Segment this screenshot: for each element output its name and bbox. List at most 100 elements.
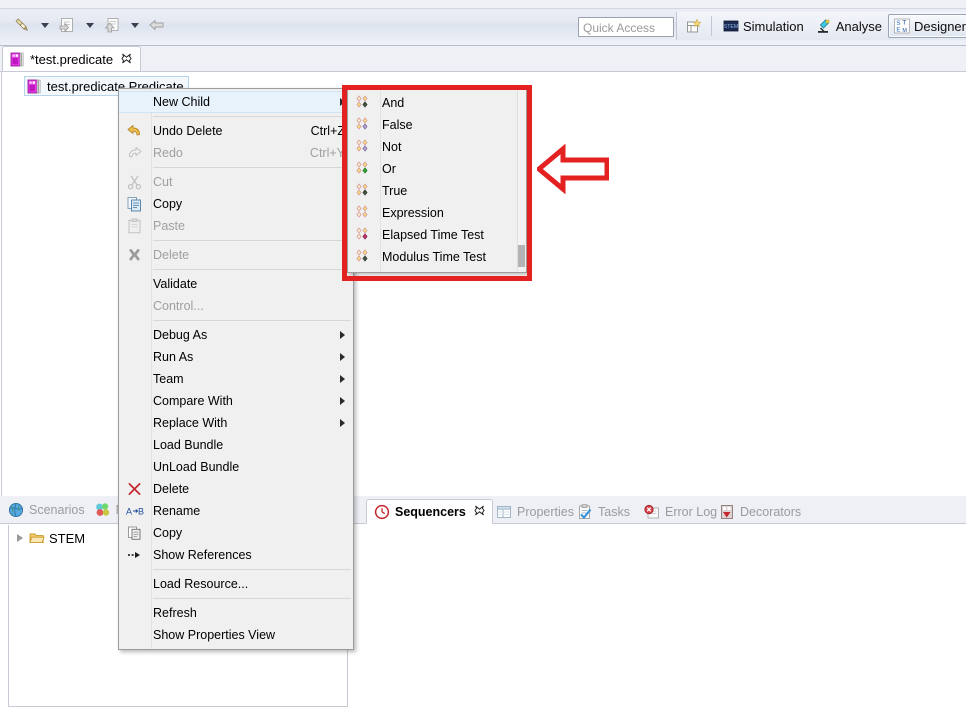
toolbar-top-strip: [0, 0, 966, 9]
menu-item-copy[interactable]: Copy: [119, 193, 353, 215]
back-icon[interactable]: [143, 12, 171, 38]
export-icon[interactable]: [98, 12, 126, 38]
menu-item-delete-model: Delete: [119, 244, 353, 266]
delete-red-x-icon: [126, 481, 143, 498]
bottom-tab-properties[interactable]: Properties: [489, 499, 581, 524]
menu-item-compare-with[interactable]: Compare With: [119, 390, 353, 412]
menu-item-run-as-label: Run As: [153, 350, 194, 364]
decorators-icon: [719, 504, 735, 520]
bottom-tab-decorators-label: Decorators: [740, 504, 802, 519]
submenu-item-modulus-time-test-label: Modulus Time Test: [382, 250, 486, 264]
menu-item-validate[interactable]: Validate: [119, 273, 353, 295]
editor-tab-close-icon[interactable]: [121, 53, 132, 66]
menu-item-load-bundle[interactable]: Load Bundle: [119, 434, 353, 456]
copy2-icon: [126, 525, 143, 542]
menu-item-copy-resource[interactable]: Copy: [119, 522, 353, 544]
submenu-item-modulus-time-test[interactable]: Modulus Time Test: [348, 246, 526, 268]
submenu-item-or[interactable]: Or: [348, 158, 526, 180]
menu-item-undo-delete[interactable]: Undo Delete Ctrl+Z: [119, 120, 353, 142]
menu-item-delete-model-label: Delete: [153, 248, 190, 262]
submenu-item-expression-label: Expression: [382, 206, 444, 220]
menu-item-debug-as[interactable]: Debug As: [119, 324, 353, 346]
menu-item-load-resource[interactable]: Load Resource...: [119, 573, 353, 595]
menu-separator: [153, 269, 351, 270]
menu-item-delete-resource-label: Delete: [153, 482, 190, 496]
bottom-tab-decorators[interactable]: Decorators: [712, 499, 808, 524]
submenu-arrow-icon: [340, 375, 345, 383]
quick-access-input[interactable]: Quick Access: [578, 17, 674, 37]
menu-item-redo-label: Redo: [153, 146, 183, 160]
menu-separator: [153, 320, 351, 321]
menu-item-show-properties-view[interactable]: Show Properties View: [119, 624, 353, 646]
context-menu[interactable]: New Child Undo Delete Ctrl+Z Redo Ctrl+Y: [118, 88, 354, 650]
menu-item-compare-with-label: Compare With: [153, 394, 233, 408]
new-wizard-icon[interactable]: [8, 12, 36, 38]
predicate-elapsed-icon: [354, 226, 372, 244]
menu-item-show-references[interactable]: Show References: [119, 544, 353, 566]
error-log-icon: [644, 504, 660, 520]
submenu-arrow-icon: [340, 353, 345, 361]
menu-item-replace-with-label: Replace With: [153, 416, 228, 430]
submenu-item-elapsed-time-test[interactable]: Elapsed Time Test: [348, 224, 526, 246]
submenu-arrow-icon: [340, 397, 345, 405]
perspective-analyse[interactable]: Analyse: [810, 14, 888, 38]
predicate-false-icon: [354, 116, 372, 134]
menu-item-new-child-label: New Child: [153, 95, 210, 109]
submenu-arrow-icon: [340, 419, 345, 427]
new-child-submenu[interactable]: And False Not Or True Expression Elapsed…: [347, 88, 527, 273]
submenu-item-not-label: Not: [382, 140, 402, 154]
menu-item-refresh[interactable]: Refresh: [119, 602, 353, 624]
menu-item-delete-resource[interactable]: Delete: [119, 478, 353, 500]
bottom-tab-sequencers[interactable]: Sequencers: [366, 499, 493, 524]
predicate-expression-icon: [354, 204, 372, 222]
menu-item-new-child[interactable]: New Child: [119, 91, 353, 113]
perspective-simulation-label: Simulation: [743, 18, 804, 34]
menu-item-cut: Cut: [119, 171, 353, 193]
menu-separator: [153, 569, 351, 570]
menu-item-run-as[interactable]: Run As: [119, 346, 353, 368]
editor-tab-strip: *test.predicate: [0, 46, 966, 72]
stem-designer-icon: S T E M: [894, 18, 910, 34]
main-toolbar: Quick Access STEM Simulation Analyse S T…: [0, 0, 966, 46]
menu-item-unload-bundle[interactable]: UnLoad Bundle: [119, 456, 353, 478]
predicate-or-icon: [354, 160, 372, 178]
simulation-icon: STEM: [723, 18, 739, 34]
editor-tab-test-predicate[interactable]: *test.predicate: [2, 46, 142, 72]
save-icon[interactable]: [53, 12, 81, 38]
clock-icon: [374, 504, 390, 520]
application-window: Quick Access STEM Simulation Analyse S T…: [0, 0, 966, 709]
svg-text:B: B: [138, 507, 144, 517]
submenu-item-not[interactable]: Not: [348, 136, 526, 158]
copy-icon: [126, 196, 143, 213]
tasks-icon: [577, 503, 593, 520]
menu-item-team[interactable]: Team: [119, 368, 353, 390]
bottom-tab-tasks[interactable]: Tasks: [570, 499, 637, 524]
properties-icon: [496, 504, 512, 520]
toolbar-left-buttons: [8, 12, 171, 38]
menu-item-rename[interactable]: A B Rename: [119, 500, 353, 522]
expand-triangle-icon[interactable]: [17, 534, 23, 542]
menu-item-replace-with[interactable]: Replace With: [119, 412, 353, 434]
submenu-item-false[interactable]: False: [348, 114, 526, 136]
menu-item-show-properties-view-label: Show Properties View: [153, 628, 276, 642]
submenu-item-elapsed-time-test-label: Elapsed Time Test: [382, 228, 484, 242]
bottom-tab-scenarios-label[interactable]: Scenarios: [29, 503, 85, 517]
perspective-designer[interactable]: S T E M Designer: [887, 14, 966, 38]
editor-tab-label: *test.predicate: [30, 52, 114, 67]
menu-item-validate-label: Validate: [153, 277, 198, 291]
save-dropdown-arrow[interactable]: [83, 13, 96, 37]
submenu-item-and[interactable]: And: [348, 92, 526, 114]
menu-item-refresh-label: Refresh: [153, 606, 197, 620]
perspective-simulation[interactable]: STEM Simulation: [717, 14, 810, 38]
microscope-icon: [816, 18, 832, 34]
menu-item-team-label: Team: [153, 372, 184, 386]
open-perspective-icon[interactable]: [680, 14, 706, 38]
submenu-item-expression[interactable]: Expression: [348, 202, 526, 224]
paste-icon: [126, 218, 143, 235]
menu-item-copy-label: Copy: [153, 197, 183, 211]
new-dropdown-arrow[interactable]: [38, 13, 51, 37]
bottom-tab-sequencers-close-icon[interactable]: [474, 505, 485, 518]
submenu-item-true[interactable]: True: [348, 180, 526, 202]
predicate-modulus-icon: [354, 248, 372, 266]
export-dropdown-arrow[interactable]: [128, 13, 141, 37]
